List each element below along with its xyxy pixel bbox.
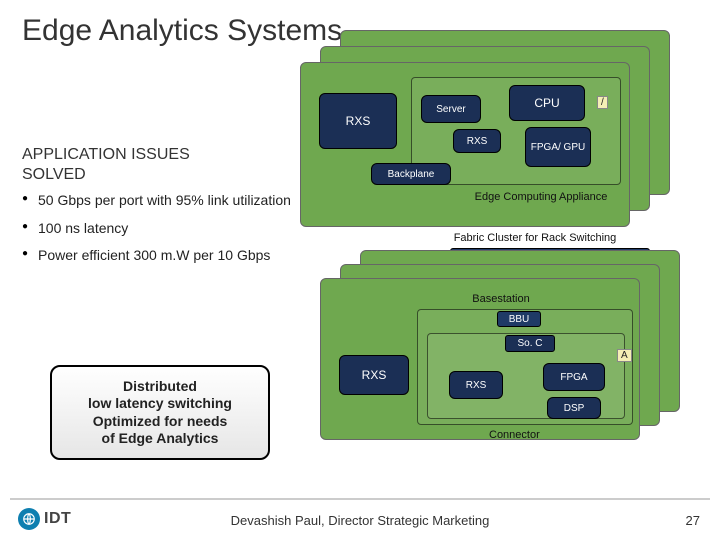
rxs-left-base: RXS: [339, 355, 409, 395]
slide-title: Edge Analytics Systems: [22, 14, 342, 47]
callout-box: Distributed low latency switching Optimi…: [50, 365, 270, 460]
callout-text: Distributed low latency switching Optimi…: [88, 378, 232, 448]
bullet-1: 50 Gbps per port with 95% link utilizati…: [38, 192, 291, 208]
cpu-label: CPU: [534, 96, 559, 110]
bbu-label: BBU: [509, 314, 530, 325]
issues-heading-l2: SOLVED: [22, 166, 86, 183]
basestation-card-front: Basestation BBU So. C A RXS RXS FPGA DSP: [320, 278, 640, 440]
backplane-label: Backplane: [388, 169, 435, 180]
issues-heading: APPLICATION ISSUES SOLVED: [22, 145, 190, 185]
server-chip: Server: [421, 95, 481, 123]
cran-subtitle: Fabric Cluster for Rack Switching: [400, 232, 670, 244]
rxs-mid-base: RXS: [449, 371, 503, 399]
peek-char: /: [597, 96, 608, 109]
rxs-mid-base-label: RXS: [466, 380, 487, 391]
bullet-2: 100 ns latency: [38, 220, 128, 236]
issues-heading-l1: APPLICATION ISSUES: [22, 146, 190, 163]
appliance-caption: Edge Computing Appliance: [451, 191, 631, 203]
list-item: Power efficient 300 m.W per 10 Gbps: [22, 247, 292, 265]
dsp-label: DSP: [564, 403, 585, 414]
title-text: Edge Analytics Systems: [22, 14, 342, 47]
soc-label: So. C: [517, 338, 542, 349]
rxs-left-label: RXS: [346, 114, 371, 128]
bullet-list: 50 Gbps per port with 95% link utilizati…: [22, 192, 292, 275]
server-label: Server: [436, 104, 465, 115]
page-number: 27: [686, 513, 700, 528]
soc-chip: So. C: [505, 335, 555, 352]
fpga-label: FPGA: [560, 372, 587, 383]
fpga-chip: FPGA: [543, 363, 605, 391]
logo-text: IDT: [44, 510, 71, 528]
presenter-name: Devashish Paul, Director Strategic Marke…: [231, 513, 490, 528]
bullet-3: Power efficient 300 m.W per 10 Gbps: [38, 247, 270, 263]
list-item: 100 ns latency: [22, 220, 292, 238]
globe-icon: [18, 508, 40, 530]
footer-divider: [10, 498, 710, 500]
rxs-chip-left: RXS: [319, 93, 397, 149]
peek-char-2: A: [617, 349, 632, 362]
fpga-gpu-label: FPGA/ GPU: [531, 142, 585, 153]
appliance-card-front: RXS Server CPU / RXS FPGA/ GPU Backplane…: [300, 62, 630, 227]
dsp-chip: DSP: [547, 397, 601, 419]
list-item: 50 Gbps per port with 95% link utilizati…: [22, 192, 292, 210]
fpga-gpu-chip: FPGA/ GPU: [525, 127, 591, 167]
logo: IDT: [18, 508, 71, 530]
connector-label: Connector: [489, 429, 540, 441]
rxs-left-base-label: RXS: [362, 368, 387, 382]
basestation-caption: Basestation: [441, 293, 561, 305]
rxs-chip-mid: RXS: [453, 129, 501, 153]
footer: IDT Devashish Paul, Director Strategic M…: [0, 502, 720, 536]
backplane-chip: Backplane: [371, 163, 451, 185]
bbu-chip: BBU: [497, 311, 541, 327]
rxs-mid-label: RXS: [467, 136, 488, 147]
cpu-chip: CPU: [509, 85, 585, 121]
